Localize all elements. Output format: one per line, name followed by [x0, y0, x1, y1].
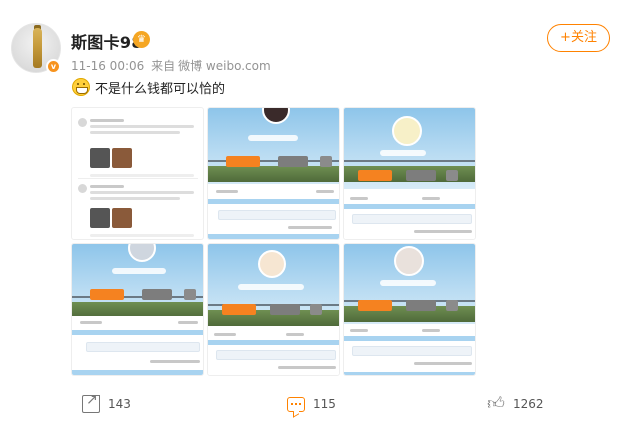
post-image-5[interactable]: [207, 243, 340, 376]
comment-icon: [287, 396, 305, 412]
author-name[interactable]: 斯图卡98: [71, 29, 143, 53]
post-image-6[interactable]: [343, 243, 476, 376]
like-count: 1262: [513, 397, 544, 411]
post-image-3[interactable]: [343, 107, 476, 240]
post-content: 不是什么钱都可以恰的: [72, 77, 225, 97]
post-image-1[interactable]: [71, 107, 204, 240]
thumbs-up-icon: 👍︎: [487, 394, 505, 414]
share-count: 143: [108, 397, 131, 411]
crown-icon: ♛: [133, 31, 150, 48]
verified-badge-icon: v: [46, 59, 61, 74]
post-text: 不是什么钱都可以恰的: [95, 81, 226, 97]
grin-icon: [72, 78, 90, 96]
follow-button[interactable]: +关注: [547, 24, 610, 52]
like-button[interactable]: 👍︎ 1262: [487, 388, 544, 420]
share-button[interactable]: 143: [82, 388, 131, 420]
post-meta: 11-16 00:06 来自 微博 weibo.com: [71, 57, 274, 74]
share-icon: [82, 392, 100, 413]
post-image-2[interactable]: [207, 107, 340, 240]
action-bar: 143 115 👍︎ 1262: [0, 388, 624, 420]
comment-button[interactable]: 115: [287, 388, 336, 420]
post-image-4[interactable]: [71, 243, 204, 376]
post-time[interactable]: 11-16 00:06: [71, 59, 144, 73]
source-prefix: 来自: [151, 59, 176, 73]
comment-count: 115: [313, 397, 336, 411]
bottle-image: [33, 28, 42, 68]
post-source[interactable]: 微博 weibo.com: [178, 59, 271, 73]
